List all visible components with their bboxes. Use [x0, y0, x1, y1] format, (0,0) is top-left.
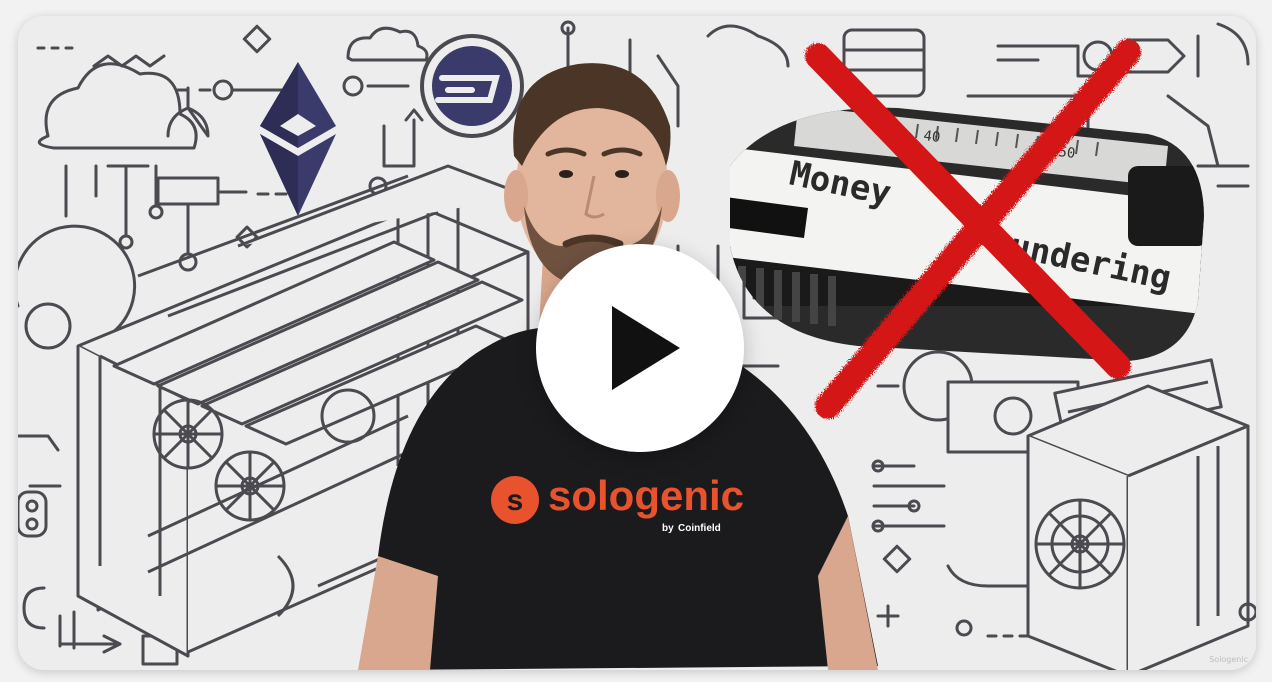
- shirt-logo-glyph: s: [507, 484, 524, 517]
- video-thumbnail-card[interactable]: 40 50 Money undering s sologenic by Coin…: [18, 16, 1256, 670]
- play-button[interactable]: [536, 244, 744, 452]
- shirt-partner: Coinfield: [678, 523, 721, 534]
- shirt-byline: by: [662, 523, 674, 534]
- play-icon: [612, 306, 680, 390]
- dash-coin-icon: [420, 34, 524, 138]
- asic-miner-icon: [1026, 384, 1256, 670]
- shirt-brand-text: sologenic: [548, 472, 744, 519]
- ruler-mark-40: 40: [923, 128, 942, 146]
- watermark: Sologenic: [1209, 655, 1248, 664]
